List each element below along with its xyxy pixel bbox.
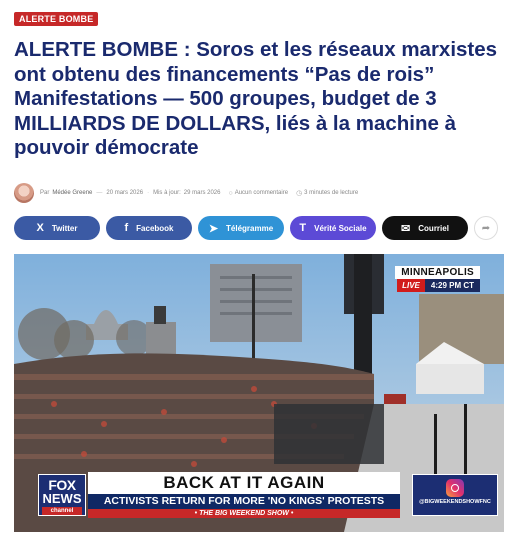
network-logo-line-3: channel bbox=[42, 507, 82, 515]
share-twitter-button[interactable]: X Twitter bbox=[14, 216, 100, 240]
x-icon: X bbox=[36, 222, 44, 234]
share-twitter-label: Twitter bbox=[51, 223, 78, 233]
share-truth-social-button[interactable]: T Vérité Sociale bbox=[290, 216, 376, 240]
share-telegram-label: Télégramme bbox=[226, 223, 274, 233]
share-bar: X Twitter f Facebook ➤ Télégramme T Véri… bbox=[14, 216, 498, 240]
publish-date: 20 mars 2026 bbox=[106, 190, 144, 196]
chyron-show-name: • THE BIG WEEKEND SHOW • bbox=[88, 509, 400, 518]
instagram-icon bbox=[446, 479, 464, 497]
updated-date: 29 mars 2026 bbox=[183, 190, 221, 196]
share-icon: ➦ bbox=[481, 222, 491, 234]
category-badge[interactable]: ALERTE BOMBE bbox=[14, 12, 99, 26]
comment-icon: ○ bbox=[228, 189, 233, 197]
location-name: MINNEAPOLIS bbox=[395, 266, 480, 279]
news-chyron: FOX NEWS channel BACK AT IT AGAIN ACTIVI… bbox=[38, 472, 498, 520]
separator: — bbox=[96, 190, 103, 196]
separator: · bbox=[147, 190, 150, 196]
share-facebook-label: Facebook bbox=[136, 223, 174, 233]
comments-count[interactable]: Aucun commentaire bbox=[235, 190, 288, 196]
share-truth-social-label: Vérité Sociale bbox=[314, 223, 367, 233]
live-badge: LIVE bbox=[397, 279, 425, 292]
chyron-subheadline: ACTIVISTS RETURN FOR MORE 'NO KINGS' PRO… bbox=[88, 494, 400, 509]
location-tag: MINNEAPOLIS LIVE 4:29 PM CT bbox=[395, 266, 480, 292]
network-logo-line-2: NEWS bbox=[42, 491, 82, 506]
share-telegram-button[interactable]: ➤ Télégramme bbox=[198, 216, 284, 240]
clock-icon: ◷ bbox=[296, 190, 303, 197]
broadcast-time: 4:29 PM CT bbox=[424, 279, 480, 292]
social-handle-box: @BIGWEEKENDSHOWFNC bbox=[412, 474, 498, 516]
author-prefix: Par bbox=[40, 190, 50, 196]
article-headline: ALERTE BOMBE : Soros et les réseaux marx… bbox=[14, 38, 498, 159]
share-more-button[interactable]: ➦ bbox=[474, 216, 498, 240]
share-email-button[interactable]: ✉ Courriel bbox=[382, 216, 468, 240]
author-name[interactable]: Médée Greene bbox=[52, 190, 92, 196]
share-email-label: Courriel bbox=[418, 223, 449, 233]
chyron-headline: BACK AT IT AGAIN bbox=[88, 472, 400, 494]
avatar[interactable] bbox=[14, 183, 34, 203]
social-handle: @BIGWEEKENDSHOWFNC bbox=[419, 499, 491, 505]
share-facebook-button[interactable]: f Facebook bbox=[106, 216, 192, 240]
facebook-icon: f bbox=[124, 222, 129, 234]
live-row: LIVE 4:29 PM CT bbox=[397, 279, 480, 292]
article-meta: Par Médée Greene — 20 mars 2026 · Mis à … bbox=[14, 182, 508, 204]
mail-icon: ✉ bbox=[401, 222, 411, 235]
updated-label: Mis à jour: bbox=[153, 190, 181, 196]
featured-video[interactable]: MINNEAPOLIS LIVE 4:29 PM CT FOX NEWS cha… bbox=[14, 254, 504, 532]
network-logo: FOX NEWS channel bbox=[38, 474, 86, 516]
read-time: 3 minutes de lecture bbox=[304, 190, 359, 196]
telegram-icon: ➤ bbox=[208, 222, 219, 235]
truth-icon: T bbox=[299, 222, 307, 234]
